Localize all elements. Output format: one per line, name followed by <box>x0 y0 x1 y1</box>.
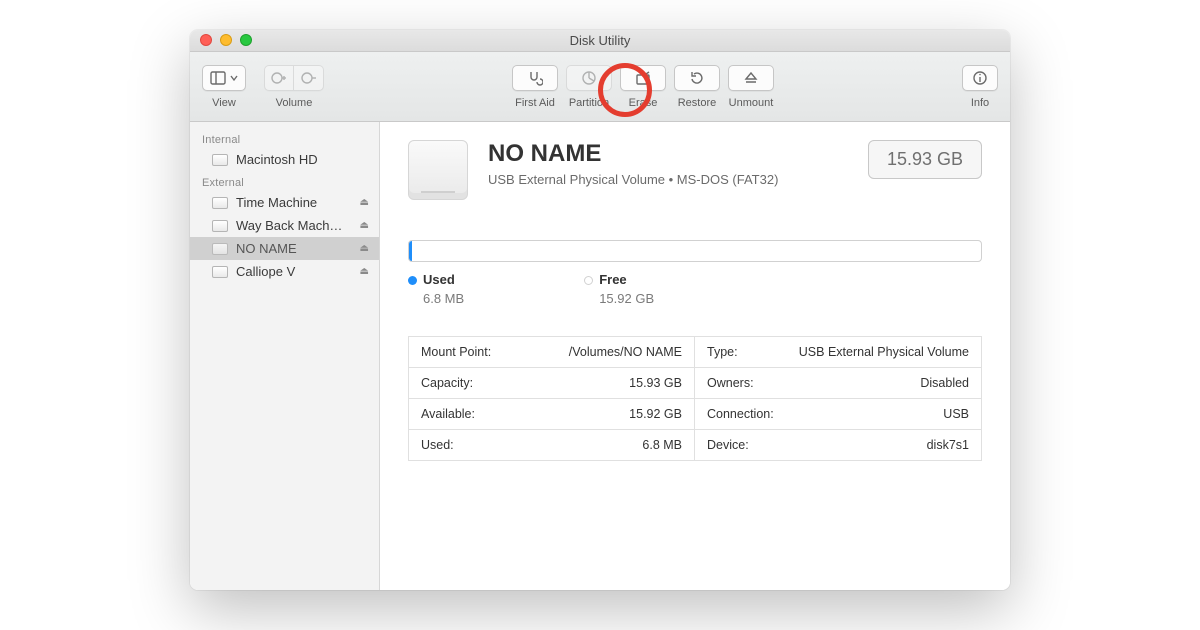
sidebar-item-label: Time Machine <box>236 195 317 210</box>
detail-value: /Volumes/NO NAME <box>569 345 682 359</box>
table-row: Mount Point: /Volumes/NO NAME <box>409 337 694 368</box>
erase-label: Erase <box>629 97 658 109</box>
sidebar-item-internal[interactable]: Macintosh HD <box>190 148 379 171</box>
add-volume-button[interactable] <box>264 65 294 91</box>
legend-free-value: 15.92 GB <box>584 291 654 306</box>
volume-subtitle: USB External Physical Volume • MS-DOS (F… <box>488 172 778 187</box>
unmount-label: Unmount <box>729 97 774 109</box>
eject-icon[interactable]: ⏏ <box>360 266 369 277</box>
volume-title: NO NAME <box>488 140 778 168</box>
usage-bar <box>408 240 982 262</box>
detail-key: Used: <box>421 438 454 452</box>
table-row: Used: 6.8 MB <box>409 430 694 460</box>
table-row: Capacity: 15.93 GB <box>409 368 694 399</box>
disk-icon <box>212 154 228 166</box>
eject-icon <box>743 70 759 86</box>
erase-button[interactable] <box>620 65 666 91</box>
table-row: Device: disk7s1 <box>695 430 981 460</box>
unmount-button[interactable] <box>728 65 774 91</box>
detail-value: Disabled <box>920 376 969 390</box>
usage-bar-used <box>409 241 412 261</box>
sidebar-layout-icon <box>210 70 226 86</box>
table-row: Available: 15.92 GB <box>409 399 694 430</box>
sidebar-header-external: External <box>190 171 379 191</box>
pie-icon <box>581 70 597 86</box>
detail-table: Mount Point: /Volumes/NO NAME Capacity: 15… <box>408 336 982 461</box>
disk-icon <box>212 243 228 255</box>
sidebar-item-external[interactable]: Calliope V ⏏ <box>190 260 379 283</box>
window-close-button[interactable] <box>200 34 212 46</box>
disk-icon <box>212 197 228 209</box>
first-aid-button[interactable] <box>512 65 558 91</box>
legend-dot-free <box>584 276 593 285</box>
volume-minus-icon <box>301 70 317 86</box>
detail-value: 15.93 GB <box>629 376 682 390</box>
legend-used-label: Used <box>423 272 455 287</box>
sidebar-item-label: Calliope V <box>236 264 295 279</box>
legend-free-label: Free <box>599 272 626 287</box>
detail-value: 6.8 MB <box>642 438 682 452</box>
detail-key: Owners: <box>707 376 754 390</box>
volume-label: Volume <box>276 97 313 109</box>
detail-value: USB External Physical Volume <box>799 345 969 359</box>
restore-label: Restore <box>678 97 717 109</box>
toolbar: View Volume First Aid <box>190 52 1010 122</box>
info-label: Info <box>971 97 989 109</box>
sidebar: Internal Macintosh HD External Time Mach… <box>190 122 380 590</box>
eject-icon[interactable]: ⏏ <box>360 197 369 208</box>
detail-key: Connection: <box>707 407 774 421</box>
disk-icon <box>212 220 228 232</box>
volume-size-badge: 15.93 GB <box>868 140 982 179</box>
partition-label: Partition <box>569 97 609 109</box>
window-zoom-button[interactable] <box>240 34 252 46</box>
detail-value: USB <box>943 407 969 421</box>
sidebar-item-label: NO NAME <box>236 241 297 256</box>
sidebar-item-external[interactable]: Way Back Mach… ⏏ <box>190 214 379 237</box>
volume-plus-icon <box>271 70 287 86</box>
window-title: Disk Utility <box>570 33 631 48</box>
restore-icon <box>689 70 705 86</box>
table-row: Owners: Disabled <box>695 368 981 399</box>
sidebar-item-label: Way Back Mach… <box>236 218 342 233</box>
detail-value: disk7s1 <box>927 438 969 452</box>
detail-key: Type: <box>707 345 738 359</box>
first-aid-label: First Aid <box>515 97 555 109</box>
view-button[interactable] <box>202 65 246 91</box>
stethoscope-icon <box>527 70 543 86</box>
titlebar: Disk Utility <box>190 30 1010 52</box>
detail-key: Capacity: <box>421 376 473 390</box>
detail-key: Available: <box>421 407 475 421</box>
sidebar-item-external[interactable]: Time Machine ⏏ <box>190 191 379 214</box>
disk-icon <box>212 266 228 278</box>
table-row: Connection: USB <box>695 399 981 430</box>
remove-volume-button[interactable] <box>294 65 324 91</box>
sidebar-item-label: Macintosh HD <box>236 152 318 167</box>
chevron-down-icon <box>230 74 238 82</box>
main-panel: NO NAME USB External Physical Volume • M… <box>380 122 1010 590</box>
detail-key: Device: <box>707 438 749 452</box>
detail-value: 15.92 GB <box>629 407 682 421</box>
info-button[interactable] <box>962 65 998 91</box>
restore-button[interactable] <box>674 65 720 91</box>
window-minimize-button[interactable] <box>220 34 232 46</box>
sidebar-item-external[interactable]: NO NAME ⏏ <box>190 237 379 260</box>
disk-utility-window: Disk Utility View Volume <box>190 30 1010 590</box>
info-icon <box>972 70 988 86</box>
view-label: View <box>212 97 236 109</box>
partition-button[interactable] <box>566 65 612 91</box>
eject-icon[interactable]: ⏏ <box>360 220 369 231</box>
erase-icon <box>635 70 651 86</box>
eject-icon[interactable]: ⏏ <box>360 243 369 254</box>
legend-used-value: 6.8 MB <box>408 291 464 306</box>
detail-key: Mount Point: <box>421 345 491 359</box>
drive-art-icon <box>408 140 468 200</box>
table-row: Type: USB External Physical Volume <box>695 337 981 368</box>
legend-dot-used <box>408 276 417 285</box>
sidebar-header-internal: Internal <box>190 128 379 148</box>
